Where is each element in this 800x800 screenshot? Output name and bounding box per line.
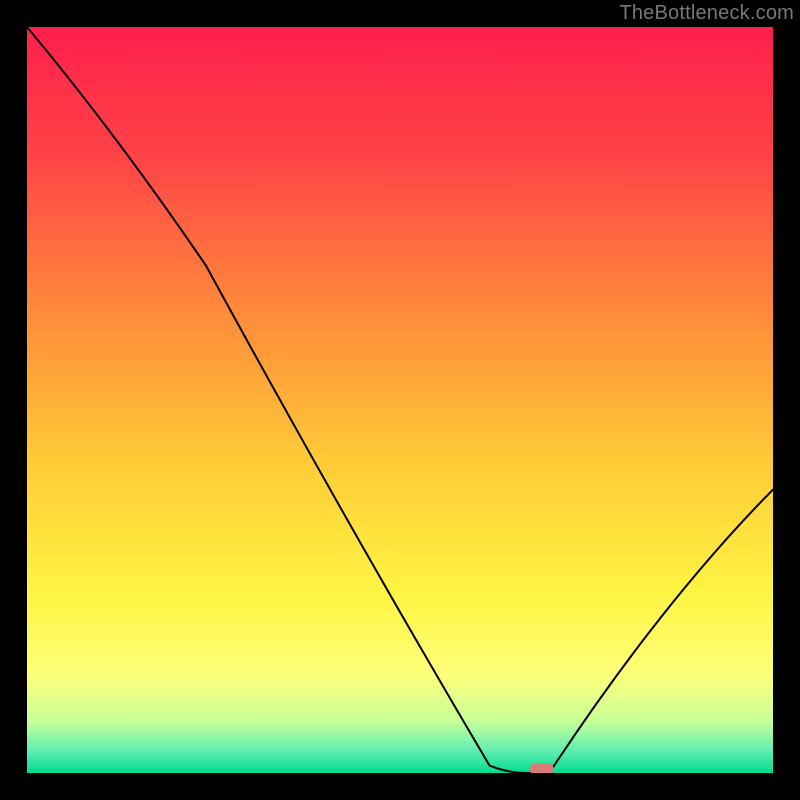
watermark-text: TheBottleneck.com [619, 2, 794, 25]
gradient-background [27, 27, 773, 773]
chart-canvas: TheBottleneck.com [0, 0, 800, 800]
chart-svg [27, 27, 773, 773]
plot-area [27, 27, 773, 773]
optimal-marker [530, 763, 554, 773]
